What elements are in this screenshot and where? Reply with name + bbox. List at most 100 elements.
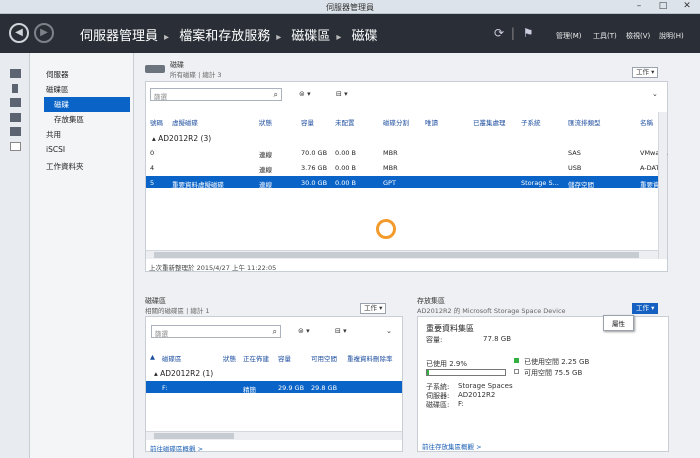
group-header[interactable]: ▴ AD2012R2 (3): [152, 134, 211, 143]
tree-item-servers[interactable]: 伺服器: [46, 69, 69, 80]
vertical-scrollbar[interactable]: [658, 112, 667, 259]
search-icon: ⌕: [272, 327, 277, 336]
disks-panel: 篩選 ⌕ ⊜ ▾ ⊟ ▾ ⌄ 號碼 虛擬磁碟 狀態 容量 未配置 磁碟分割 唯讀 …: [145, 81, 668, 272]
minimize-button[interactable]: –: [628, 0, 650, 13]
dns-icon[interactable]: [10, 127, 21, 136]
detail-value: F:: [458, 400, 464, 408]
pool-name: 重要資料集區: [426, 324, 474, 333]
list-options-icon[interactable]: ⊜ ▾: [299, 90, 311, 98]
col-header[interactable]: 可用空間: [311, 353, 337, 363]
pool-tasks-button[interactable]: 工作 ▾: [632, 303, 659, 314]
col-header[interactable]: 匯流排類型: [568, 117, 601, 127]
col-header[interactable]: 重複資料刪除率: [347, 353, 393, 363]
col-header[interactable]: 容量: [301, 117, 314, 127]
tree-item-iscsi[interactable]: iSCSI: [46, 145, 65, 154]
back-icon[interactable]: ◀: [9, 23, 29, 43]
detail-label: 磁碟區:: [426, 401, 450, 409]
scroll-thumb[interactable]: [154, 433, 234, 439]
capacity-value: 77.8 GB: [483, 335, 512, 343]
tree-item-pools[interactable]: 存放集區: [54, 114, 84, 125]
file-storage-icon[interactable]: [10, 142, 21, 151]
nav-icons: ⟳ | ⚑: [494, 26, 534, 40]
volumes-search-input[interactable]: 篩選 ⌕: [151, 325, 281, 338]
title-bar: 伺服器管理員 – □ ✕: [0, 0, 700, 14]
dashboard-icon[interactable]: [10, 69, 21, 78]
volumes-panel: 篩選 ⌕ ⊜ ▾ ⊟ ▾ ⌄ ▲ 磁碟區 狀態 正在佈建 容量 可用空間 重複資料…: [145, 316, 403, 453]
separator: |: [510, 26, 515, 40]
tree-item-shares[interactable]: 共用: [46, 129, 61, 140]
context-menu-properties[interactable]: 屬性: [603, 315, 634, 331]
pool-subtitle: AD2012R2 的 Microsoft Storage Space Devic…: [417, 307, 566, 315]
forward-icon[interactable]: ▶: [34, 23, 54, 43]
usage-bar-fill: [427, 370, 430, 375]
refresh-status: 上次重新整理於 2015/4/27 上午 11:22:05: [149, 264, 277, 272]
menu-tools[interactable]: 工具(T): [593, 31, 617, 41]
loading-spinner: [376, 219, 396, 239]
col-header[interactable]: 子系統: [521, 117, 541, 127]
volumes-tasks-button[interactable]: 工作 ▾: [360, 303, 387, 314]
col-header[interactable]: 容量: [278, 353, 291, 363]
col-header[interactable]: 號碼: [150, 117, 163, 127]
search-icon: ⌕: [273, 90, 278, 99]
local-server-icon[interactable]: [12, 84, 18, 93]
menu-help[interactable]: 說明(H): [659, 31, 684, 41]
menu-view[interactable]: 檢視(V): [626, 31, 650, 41]
nav-tree: 伺服器 磁碟區 磁碟 存放集區 共用 iSCSI 工作資料夾: [30, 53, 134, 458]
detail-value: Storage Spaces: [458, 382, 513, 390]
group-header[interactable]: ▴ AD2012R2 (1): [154, 369, 213, 378]
detail-value: AD2012R2: [458, 391, 496, 399]
col-header[interactable]: 正在佈建: [243, 353, 269, 363]
breadcrumb-item[interactable]: 磁碟區: [291, 29, 330, 44]
list-options-icon[interactable]: ⊜ ▾: [298, 327, 310, 335]
maximize-button[interactable]: □: [652, 0, 674, 13]
col-header[interactable]: 唯讀: [425, 117, 438, 127]
flag-icon[interactable]: ⚑: [523, 26, 534, 40]
col-header[interactable]: 已叢集處理: [473, 117, 506, 127]
disks-search-input[interactable]: 篩選 ⌕: [150, 88, 282, 101]
tree-item-work-folders[interactable]: 工作資料夾: [46, 161, 84, 172]
used-label: 已使用 2.9%: [426, 360, 468, 368]
table-row-selected[interactable]: [146, 381, 402, 393]
menu-manage[interactable]: 管理(M): [556, 31, 582, 41]
close-button[interactable]: ✕: [676, 0, 698, 13]
capacity-label: 容量:: [426, 336, 443, 344]
usage-bar: [426, 369, 506, 376]
breadcrumb-item[interactable]: 伺服器管理員: [80, 29, 158, 44]
scroll-thumb[interactable]: [154, 252, 639, 258]
nav-bar: ◀ ▶ 伺服器管理員 ▸ 檔案和存放服務 ▸ 磁碟區 ▸ 磁碟 ⟳ | ⚑ 管理(M)…: [0, 14, 700, 53]
window-title: 伺服器管理員: [326, 3, 374, 12]
col-header[interactable]: 磁碟區: [162, 353, 182, 363]
col-header[interactable]: 狀態: [223, 353, 236, 363]
horizontal-scrollbar[interactable]: [146, 431, 402, 440]
col-header[interactable]: 虛擬磁碟: [172, 117, 198, 127]
breadcrumb: 伺服器管理員 ▸ 檔案和存放服務 ▸ 磁碟區 ▸ 磁碟: [80, 29, 378, 44]
ad-ds-icon[interactable]: [10, 113, 21, 122]
save-query-icon[interactable]: ⊟ ▾: [336, 90, 348, 98]
volumes-subtitle: 相關的磁碟區 | 總計 1: [145, 307, 210, 315]
col-header[interactable]: 磁碟分割: [383, 117, 409, 127]
disks-tasks-button[interactable]: 工作 ▾: [632, 67, 659, 78]
disk-icon: [145, 65, 165, 73]
refresh-icon[interactable]: ⟳: [494, 26, 504, 40]
tree-item-disks[interactable]: 磁碟: [44, 97, 130, 112]
expand-icon[interactable]: ⌄: [652, 90, 658, 98]
legend-used: 已使用空間 2.25 GB: [524, 358, 590, 366]
horizontal-scrollbar[interactable]: [146, 250, 658, 259]
save-query-icon[interactable]: ⊟ ▾: [335, 327, 347, 335]
all-servers-icon[interactable]: [10, 98, 21, 107]
legend-used-swatch: [514, 358, 519, 363]
col-header[interactable]: 名稱: [640, 117, 653, 127]
sidebar-icons: [0, 53, 30, 458]
volumes-overview-link[interactable]: 前往磁碟區概觀 >: [150, 443, 203, 453]
legend-free-swatch: [514, 369, 519, 374]
col-header[interactable]: 狀態: [259, 117, 272, 127]
breadcrumb-item[interactable]: 磁碟: [352, 29, 378, 44]
breadcrumb-item[interactable]: 檔案和存放服務: [179, 29, 270, 44]
pool-panel: 重要資料集區 容量: 77.8 GB 已使用 2.9% 已使用空間 2.25 G…: [417, 316, 669, 452]
legend-free: 可用空間 75.5 GB: [524, 369, 583, 377]
expand-icon[interactable]: ⌄: [386, 327, 392, 335]
col-header[interactable]: 未配置: [335, 117, 355, 127]
pools-overview-link[interactable]: 前往存放集區概觀 >: [422, 441, 482, 451]
tree-item-volumes[interactable]: 磁碟區: [46, 84, 69, 95]
disks-subtitle: 所有磁碟 | 總計 3: [170, 71, 222, 79]
